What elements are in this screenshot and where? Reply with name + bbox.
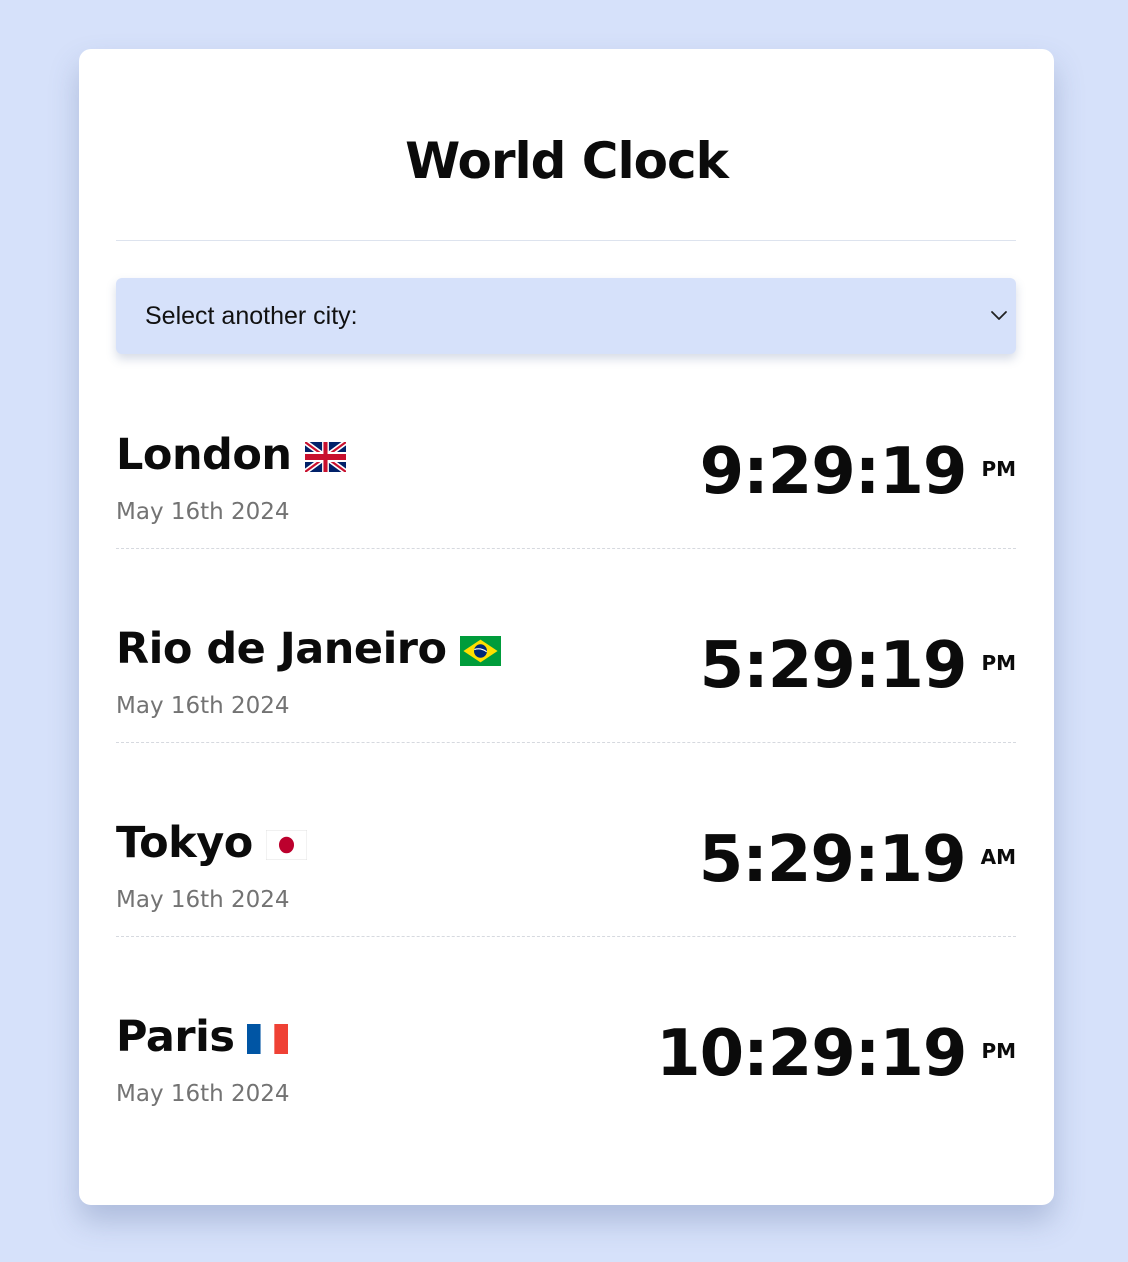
time-period: PM: [981, 651, 1016, 675]
city-name: Tokyo: [116, 818, 253, 868]
city-date: May 16th 2024: [116, 499, 290, 525]
city-row-rio-de-janeiro: Rio de Janeiro May 16th 2024 5:29:19 PM: [116, 549, 1016, 743]
time-period: PM: [981, 457, 1016, 481]
city-name: London: [116, 430, 292, 480]
city-row-london: London May 16th 2024 9:29:19 PM: [116, 355, 1016, 549]
uk-flag-icon: [304, 442, 346, 472]
time-period: PM: [981, 1039, 1016, 1063]
france-flag-icon: [247, 1024, 289, 1054]
japan-flag-icon: [265, 830, 307, 860]
city-time: 5:29:19: [699, 629, 968, 703]
city-row-tokyo: Tokyo May 16th 2024 5:29:19 AM: [116, 743, 1016, 937]
city-name: Paris: [116, 1012, 235, 1062]
city-date: May 16th 2024: [116, 693, 290, 719]
page-title: World Clock: [405, 132, 729, 190]
city-date: May 16th 2024: [116, 1081, 290, 1107]
city-time: 5:29:19: [698, 823, 967, 897]
city-name: Rio de Janeiro: [116, 624, 447, 674]
brazil-flag-icon: [459, 636, 501, 666]
city-date: May 16th 2024: [116, 887, 290, 913]
title-divider: [116, 240, 1016, 241]
city-time: 9:29:19: [699, 435, 968, 509]
city-time: 10:29:19: [656, 1017, 967, 1091]
chevron-down-icon: [991, 311, 1007, 320]
city-select-label: Select another city:: [145, 302, 358, 330]
time-period: AM: [980, 845, 1016, 869]
world-clock-card: World Clock Select another city: London …: [79, 49, 1054, 1205]
city-select[interactable]: Select another city:: [116, 278, 1016, 354]
city-row-paris: Paris May 16th 2024 10:29:19 PM: [116, 937, 1016, 1131]
